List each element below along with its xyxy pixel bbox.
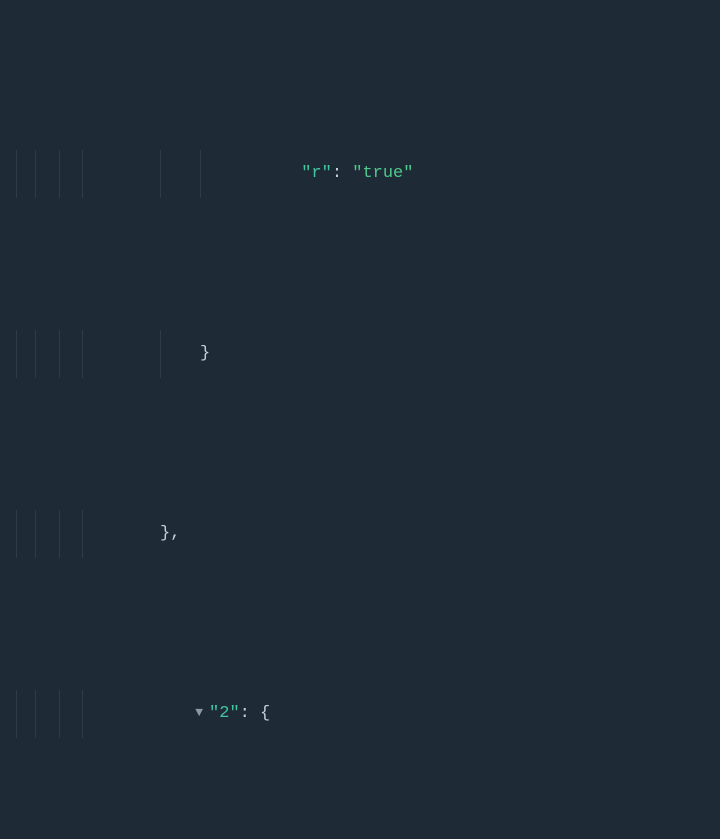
json-line: "r": "true" xyxy=(0,156,720,192)
json-line: ▼"2": { xyxy=(0,696,720,732)
json-line: }, xyxy=(0,516,720,552)
json-line: } xyxy=(0,336,720,372)
json-viewer: "r": "true" } }, ▼"2": { xyxy=(0,0,720,839)
json-key: r xyxy=(311,164,321,183)
json-key: 2 xyxy=(219,704,229,723)
collapse-triangle-icon[interactable]: ▼ xyxy=(195,695,203,731)
brace-close: }, xyxy=(160,524,180,543)
json-value: true xyxy=(362,164,403,183)
brace-close: } xyxy=(200,344,210,363)
